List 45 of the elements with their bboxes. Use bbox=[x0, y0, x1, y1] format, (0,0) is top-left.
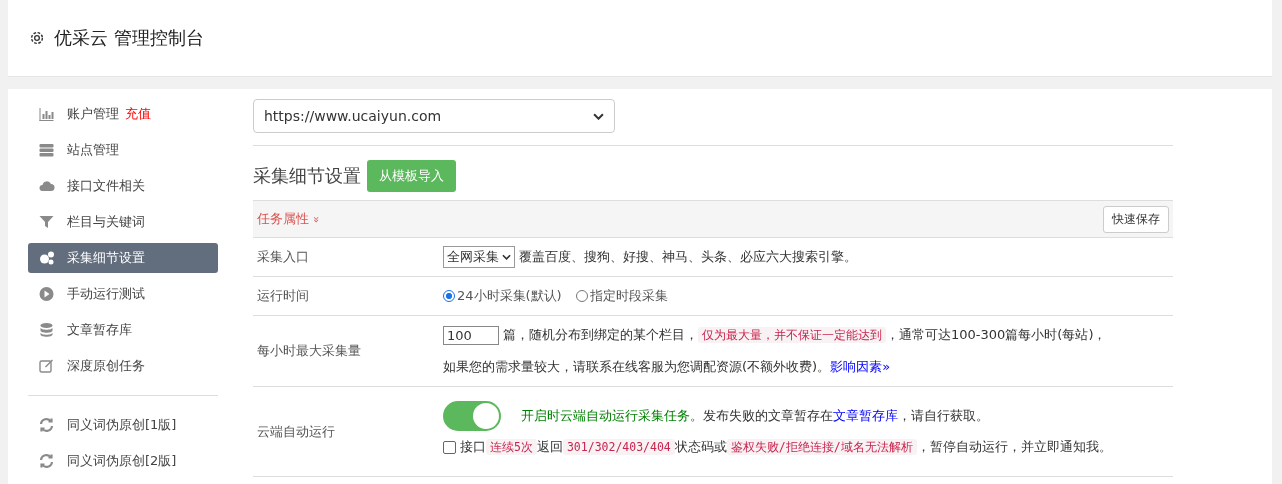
recharge-link[interactable]: 充值 bbox=[125, 105, 151, 123]
amount-input[interactable]: 100 bbox=[443, 325, 499, 345]
page-title: 优采云 管理控制台 bbox=[54, 26, 204, 50]
sidebar-item[interactable]: 接口文件相关 bbox=[28, 171, 218, 201]
settings-icon bbox=[28, 29, 46, 47]
sidebar-item[interactable]: 手动运行测试 bbox=[28, 279, 218, 309]
edit-icon bbox=[38, 358, 55, 374]
sidebar-item[interactable]: 文章暂存库 bbox=[28, 315, 218, 345]
sidebar-item[interactable]: 栏目与关键词 bbox=[28, 207, 218, 237]
field-label: 云端自动运行 bbox=[256, 422, 336, 441]
site-select[interactable]: https://www.ucaiyun.com bbox=[253, 99, 615, 133]
storage-link[interactable]: 文章暂存库 bbox=[833, 407, 898, 423]
chart-icon bbox=[38, 106, 55, 122]
description-text: 篇，随机分布到绑定的某个栏目， 仅为最大量，并不保证一定能达到 ，通常可达100-300篇每小时(每站)， bbox=[503, 326, 1107, 344]
sidebar-item[interactable]: 深度原创任务 bbox=[28, 351, 218, 381]
refresh-icon bbox=[38, 417, 55, 433]
sidebar-item[interactable]: 账户管理 充值 bbox=[28, 99, 218, 129]
db-icon bbox=[38, 322, 55, 338]
sidebar-item[interactable]: 采集细节设置 bbox=[28, 243, 218, 273]
description-text: 覆盖百度、搜狗、好搜、神马、头条、必应六大搜索引擎。 bbox=[519, 248, 857, 266]
radio-option[interactable]: 24小时采集(默认) bbox=[443, 287, 562, 305]
panel-heading[interactable]: 任务属性 » bbox=[257, 210, 320, 228]
factors-link[interactable]: 影响因素» bbox=[830, 359, 891, 374]
chevron-icon bbox=[502, 254, 511, 260]
play-icon bbox=[38, 286, 55, 302]
filter-icon bbox=[38, 214, 55, 230]
cloud-icon bbox=[38, 178, 55, 194]
field-label: 运行时间 bbox=[256, 287, 310, 305]
notify-text: 接口 连续5次 返回 301/302/403/404 状态码或 鉴权失败/拒绝连接/域名无法解析 ，暂停自动运行，并立即通知我。 bbox=[460, 439, 1112, 456]
radio-option[interactable]: 指定时段采集 bbox=[575, 287, 668, 305]
sidebar-item[interactable]: 站点管理 bbox=[28, 135, 218, 165]
description-text: 开启时云端自动运行采集任务。发布失败的文章暂存在文章暂存库，请自行获取。 bbox=[521, 406, 989, 425]
sidebar-item[interactable]: 同义词伪原创[1版] bbox=[28, 410, 218, 440]
section-title: 采集细节设置 bbox=[253, 164, 361, 188]
server-icon bbox=[38, 142, 55, 158]
source-select[interactable]: 全网采集 bbox=[443, 246, 515, 268]
quick-save-button[interactable]: 快速保存 bbox=[1103, 205, 1169, 233]
field-label: 采集入口 bbox=[256, 248, 310, 266]
sidebar-item[interactable]: 同义词伪原创[2版] bbox=[28, 446, 218, 476]
description-text: 如果您的需求量较大，请联系在线客服为您调配资源(不额外收费)。影响因素» bbox=[443, 358, 891, 376]
checkbox[interactable] bbox=[443, 441, 456, 454]
toggle-switch[interactable] bbox=[443, 400, 501, 431]
refresh-icon bbox=[38, 453, 55, 469]
chevron-icon bbox=[593, 112, 604, 120]
field-label: 每小时最大采集量 bbox=[256, 342, 362, 360]
